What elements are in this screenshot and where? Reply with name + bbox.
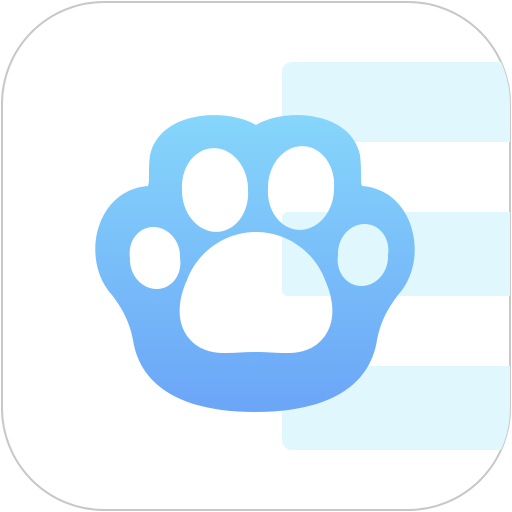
app-icon-graphic: [1, 1, 511, 511]
app-icon[interactable]: [0, 0, 512, 512]
